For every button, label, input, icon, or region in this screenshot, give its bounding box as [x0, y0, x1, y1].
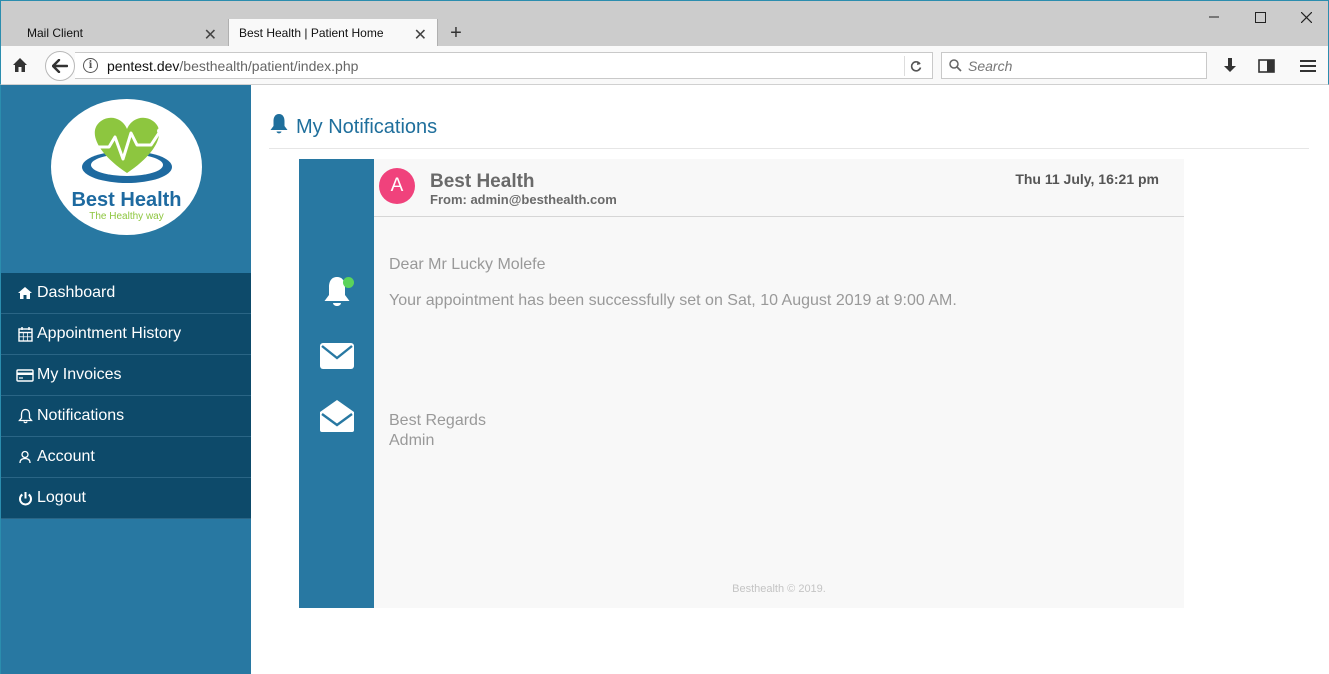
sidebar-item-my-invoices[interactable]: My Invoices	[1, 355, 251, 396]
logo[interactable]: Best Health The Healthy way	[51, 99, 202, 235]
envelope-open-icon[interactable]	[320, 399, 354, 433]
sidebar-item-dashboard[interactable]: Dashboard	[1, 273, 251, 314]
home-icon[interactable]	[11, 56, 29, 74]
user-icon	[16, 449, 34, 465]
menu-icon[interactable]	[1298, 56, 1318, 76]
url-domain: pentest.dev	[107, 57, 180, 74]
sidebar-item-label: Dashboard	[37, 284, 116, 301]
tab-label: Best Health | Patient Home	[239, 26, 384, 40]
minimize-icon[interactable]	[1199, 5, 1229, 29]
envelope-icon[interactable]	[320, 339, 354, 373]
sender-name: Best Health	[430, 171, 535, 192]
download-icon[interactable]	[1220, 56, 1240, 76]
tab-label: Mail Client	[27, 26, 84, 40]
page-title-text: My Notifications	[296, 115, 438, 138]
close-window-icon[interactable]	[1291, 5, 1321, 29]
close-tab-icon[interactable]: ✕	[414, 25, 427, 45]
sidebar-menu: Dashboard Appointment History My Invoice…	[1, 273, 251, 519]
search-input[interactable]: Search	[941, 52, 1207, 79]
tab-patient-home[interactable]: Best Health | Patient Home ✕	[228, 19, 438, 47]
sidebar-item-label: Account	[37, 448, 95, 465]
page-title: My Notifications	[269, 113, 437, 141]
search-placeholder: Search	[968, 57, 1013, 74]
avatar: A	[379, 168, 415, 204]
url-path: /besthealth/patient/index.php	[179, 57, 359, 74]
sidebar: Best Health The Healthy way Dashboard Ap…	[0, 85, 251, 674]
message-signoff: Best Regards	[389, 412, 486, 429]
mail-action-bar	[299, 159, 374, 608]
sidebar-item-label: My Invoices	[37, 366, 122, 383]
back-button[interactable]	[45, 51, 75, 81]
status-dot	[343, 277, 354, 288]
site-info-icon[interactable]: i	[83, 58, 98, 73]
logo-brand-text: Best Health	[71, 189, 182, 211]
sidebar-item-notifications[interactable]: Notifications	[1, 396, 251, 437]
message-date: Thu 11 July, 16:21 pm	[1015, 171, 1159, 187]
bell-icon	[16, 408, 34, 424]
sidebar-toggle-icon[interactable]	[1256, 56, 1276, 76]
search-icon	[949, 59, 962, 75]
url-bar[interactable]: i pentest.dev/besthealth/patient/index.p…	[75, 52, 933, 79]
message-greeting: Dear Mr Lucky Molefe	[389, 256, 546, 273]
maximize-icon[interactable]	[1245, 5, 1275, 29]
sidebar-item-logout[interactable]: Logout	[1, 478, 251, 519]
message-body: Your appointment has been successfully s…	[389, 292, 957, 309]
message-signature: Admin	[389, 432, 435, 449]
sender-email: From: admin@besthealth.com	[430, 192, 617, 207]
credit-card-icon	[16, 367, 34, 383]
new-tab-icon[interactable]: +	[446, 19, 466, 47]
sidebar-item-label: Logout	[37, 489, 86, 506]
browser-toolbar: i pentest.dev/besthealth/patient/index.p…	[0, 46, 1329, 85]
calendar-icon	[16, 326, 34, 342]
sidebar-item-label: Notifications	[37, 407, 125, 424]
browser-titlebar: Mail Client ✕ Best Health | Patient Home…	[0, 0, 1329, 47]
logo-tagline: The Healthy way	[89, 211, 164, 222]
footer-copyright: Besthealth © 2019.	[732, 583, 826, 595]
divider	[269, 148, 1309, 149]
sidebar-item-appointment-history[interactable]: Appointment History	[1, 314, 251, 355]
tab-mail-client[interactable]: Mail Client ✕	[17, 19, 227, 47]
notification-card: A Best Health From: admin@besthealth.com…	[299, 159, 1184, 608]
message-header: A Best Health From: admin@besthealth.com…	[374, 159, 1184, 217]
home-icon	[16, 285, 34, 301]
sidebar-item-label: Appointment History	[37, 325, 182, 342]
power-icon	[16, 490, 34, 506]
sidebar-item-account[interactable]: Account	[1, 437, 251, 478]
bell-icon	[269, 113, 289, 141]
close-tab-icon[interactable]: ✕	[204, 25, 217, 45]
reload-icon[interactable]	[904, 56, 926, 76]
